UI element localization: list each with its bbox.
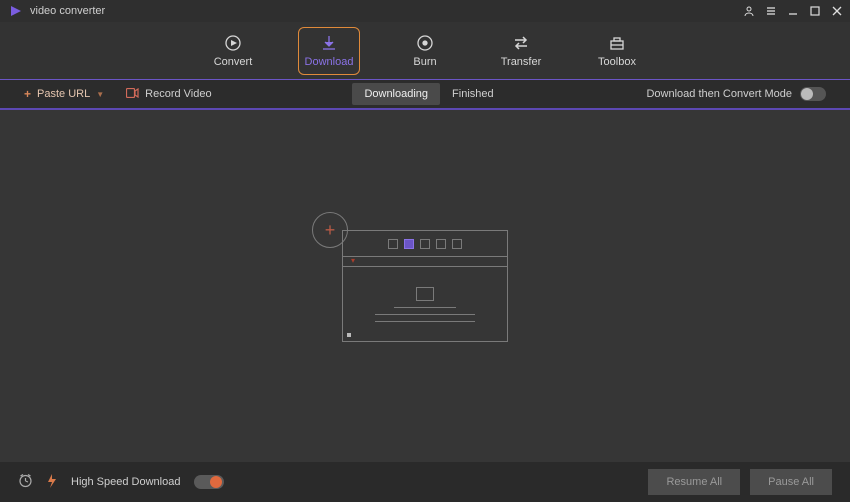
body-square	[416, 287, 434, 301]
high-speed-toggle[interactable]	[194, 475, 224, 489]
segment-finished[interactable]: Finished	[440, 83, 506, 105]
body-line	[375, 321, 475, 322]
segment-label: Downloading	[364, 88, 428, 100]
nav-transfer[interactable]: Transfer	[490, 27, 552, 75]
footer-right: Resume All Pause All	[648, 469, 832, 495]
clock-icon[interactable]	[18, 473, 33, 491]
convert-mode-label: Download then Convert Mode	[646, 88, 792, 100]
chevron-down-icon: ▼	[96, 90, 104, 99]
transfer-icon	[512, 34, 530, 52]
bolt-icon	[47, 474, 57, 491]
empty-state-illustration: + ▾	[342, 230, 508, 342]
browser-body	[343, 267, 507, 341]
app-logo-icon	[10, 4, 24, 18]
convert-icon	[224, 34, 242, 52]
footer-bar: High Speed Download Resume All Pause All	[0, 462, 850, 502]
nav-label: Convert	[214, 56, 253, 68]
nav-label: Toolbox	[598, 56, 636, 68]
resume-all-button[interactable]: Resume All	[648, 469, 740, 495]
browser-outline: ▾	[342, 230, 508, 342]
nav-burn[interactable]: Burn	[394, 27, 456, 75]
nav-label: Download	[305, 56, 354, 68]
mini-tab	[452, 239, 462, 249]
toggle-knob	[801, 88, 813, 100]
plus-icon: +	[24, 87, 31, 101]
secondary-toolbar: + Paste URL ▼ Record Video Downloading F…	[0, 80, 850, 110]
body-line	[375, 314, 475, 315]
minimize-icon[interactable]	[786, 4, 800, 18]
segment-label: Finished	[452, 88, 494, 100]
paste-url-button[interactable]: + Paste URL ▼	[24, 87, 104, 101]
nav-download[interactable]: Download	[298, 27, 360, 75]
mini-tab	[388, 239, 398, 249]
app-window: video converter Convert	[0, 0, 850, 502]
nav-label: Transfer	[501, 56, 542, 68]
mini-tab-active	[404, 239, 414, 249]
app-title: video converter	[30, 5, 105, 17]
toolbar-right: Download then Convert Mode	[646, 87, 826, 101]
toolbox-icon	[608, 34, 626, 52]
body-line	[394, 307, 456, 308]
segmented-control: Downloading Finished	[352, 83, 505, 105]
record-icon	[126, 88, 139, 101]
title-bar-left: video converter	[10, 4, 105, 18]
nav-convert[interactable]: Convert	[202, 27, 264, 75]
browser-address-bar: ▾	[343, 257, 507, 267]
corner-dot	[347, 333, 351, 337]
title-bar: video converter	[0, 0, 850, 22]
menu-icon[interactable]	[764, 4, 778, 18]
nav-label: Burn	[413, 56, 436, 68]
high-speed-label: High Speed Download	[71, 476, 180, 488]
nav-toolbox[interactable]: Toolbox	[586, 27, 648, 75]
browser-tabs-row	[343, 231, 507, 257]
record-video-label: Record Video	[145, 88, 211, 100]
convert-mode-toggle[interactable]	[800, 87, 826, 101]
burn-icon	[416, 34, 434, 52]
toggle-knob	[210, 476, 222, 488]
plus-thin-icon: +	[325, 220, 336, 241]
user-icon[interactable]	[742, 4, 756, 18]
title-bar-right	[742, 4, 844, 18]
maximize-icon[interactable]	[808, 4, 822, 18]
main-nav: Convert Download Burn Transfer Toolbox	[0, 22, 850, 80]
cursor-icon: ▾	[351, 256, 355, 265]
footer-left: High Speed Download	[18, 473, 224, 491]
mini-tab	[436, 239, 446, 249]
content-area: + ▾	[0, 110, 850, 462]
segment-downloading[interactable]: Downloading	[352, 83, 440, 105]
close-icon[interactable]	[830, 4, 844, 18]
download-icon	[320, 34, 338, 52]
mini-tab	[420, 239, 430, 249]
toolbar-left: + Paste URL ▼ Record Video	[24, 87, 212, 101]
paste-url-label: Paste URL	[37, 88, 90, 100]
pause-all-button[interactable]: Pause All	[750, 469, 832, 495]
record-video-button[interactable]: Record Video	[126, 88, 211, 101]
